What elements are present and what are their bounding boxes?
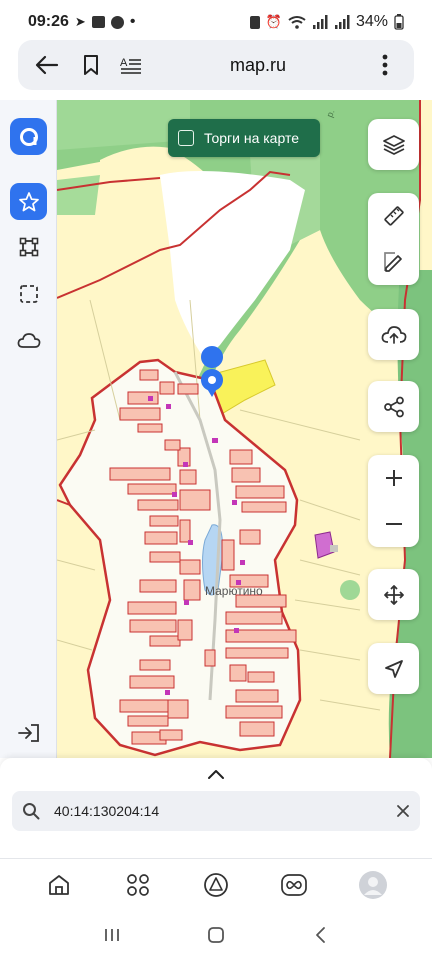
layers-icon (382, 134, 405, 155)
login-button[interactable] (10, 714, 47, 751)
pan-control (368, 569, 419, 620)
back-system-button[interactable] (302, 917, 338, 953)
back-button[interactable] (30, 48, 64, 82)
ruler-button[interactable] (368, 193, 419, 239)
share-button[interactable] (368, 381, 419, 432)
gallery-icon (91, 16, 105, 28)
system-navigation (0, 910, 432, 960)
nav-home[interactable] (39, 865, 79, 905)
tools-control (368, 193, 419, 285)
telegram-icon: ➤ (74, 14, 86, 29)
pencil-icon (383, 252, 402, 272)
time: 09:26 (28, 13, 69, 30)
star-icon (18, 191, 39, 211)
chevron-left-icon (316, 927, 325, 943)
clear-search-icon[interactable] (396, 804, 410, 818)
svg-text:A: A (120, 57, 128, 69)
nav-profile[interactable] (353, 865, 393, 905)
zoom-out-button[interactable] (368, 501, 419, 547)
battery-text: 34% (355, 13, 388, 30)
auctions-on-map-toggle[interactable]: Торги на карте (168, 119, 320, 157)
zoom-in-button[interactable] (368, 455, 419, 501)
whatsapp-icon (110, 15, 124, 29)
locate-icon (384, 659, 403, 678)
bookmark-button[interactable] (74, 48, 108, 82)
home-system-button[interactable] (198, 917, 234, 953)
move-button[interactable] (368, 569, 419, 620)
nav-services[interactable] (274, 865, 314, 905)
zoom-out-icon (385, 523, 402, 525)
search-box (12, 791, 420, 831)
select-area-icon (19, 284, 38, 303)
east-shed (330, 545, 338, 552)
nav-assistant[interactable] (196, 865, 236, 905)
cloud-icon (17, 332, 40, 348)
chevron-up-icon (208, 770, 224, 779)
favorites-button[interactable] (10, 183, 47, 220)
bottom-navigation (0, 858, 432, 910)
auctions-checkbox[interactable] (178, 130, 194, 146)
reader-mode-button[interactable]: A (114, 48, 148, 82)
select-area-button[interactable] (10, 275, 47, 312)
edit-button[interactable] (368, 239, 419, 285)
menu-button[interactable] (368, 48, 402, 82)
search-icon (23, 803, 40, 820)
expand-panel-button[interactable] (204, 764, 228, 784)
locate-control (368, 643, 419, 694)
apps-icon (126, 873, 149, 896)
infinity-icon (281, 873, 308, 896)
forest-area-west (57, 175, 100, 215)
browser-toolbar: A map.ru (18, 40, 414, 90)
url-text[interactable]: map.ru (148, 55, 368, 76)
draw-polygon-button[interactable] (10, 228, 47, 265)
cloud-button[interactable] (10, 322, 47, 359)
east-tree (340, 580, 360, 600)
search-panel (0, 758, 432, 858)
search-input[interactable] (54, 803, 396, 819)
logo-button[interactable] (10, 118, 47, 155)
signal-icon-2 (334, 15, 350, 29)
battery-icon (394, 14, 404, 30)
more-vertical-icon (382, 54, 388, 76)
locate-button[interactable] (368, 643, 419, 694)
nav-apps[interactable] (118, 865, 158, 905)
zoom-control (368, 455, 419, 547)
status-bar: 09:26 ➤ • ⏰ 34% (0, 0, 432, 44)
recent-apps-icon (105, 929, 119, 941)
wifi-icon (288, 16, 306, 29)
ruler-icon (383, 206, 404, 226)
left-toolbar (0, 100, 57, 758)
alarm-icon: ⏰ (265, 14, 282, 29)
login-icon (17, 723, 39, 742)
home-square-icon (208, 927, 224, 943)
move-icon (383, 584, 404, 605)
layers-control (368, 119, 419, 170)
upload-cloud-icon (381, 325, 406, 344)
notification-dot: • (129, 13, 136, 30)
reader-mode-icon: A (120, 57, 141, 74)
auctions-label: Торги на карте (204, 130, 299, 146)
share-control (368, 381, 419, 432)
share-icon (383, 396, 404, 417)
upload-control (368, 309, 419, 360)
avatar (358, 870, 387, 899)
village-label: Марютино (205, 584, 263, 598)
zoom-in-icon (385, 470, 402, 486)
signal-icon (312, 15, 328, 29)
recent-apps-button[interactable] (94, 917, 130, 953)
home-icon (49, 874, 70, 895)
layers-button[interactable] (368, 119, 419, 170)
bookmark-icon (84, 55, 98, 75)
upload-button[interactable] (368, 309, 419, 360)
arrow-left-icon (35, 55, 59, 75)
assistant-icon (204, 872, 228, 897)
sim-icon (249, 15, 260, 29)
polygon-icon (19, 237, 38, 256)
logo-icon (19, 127, 38, 146)
